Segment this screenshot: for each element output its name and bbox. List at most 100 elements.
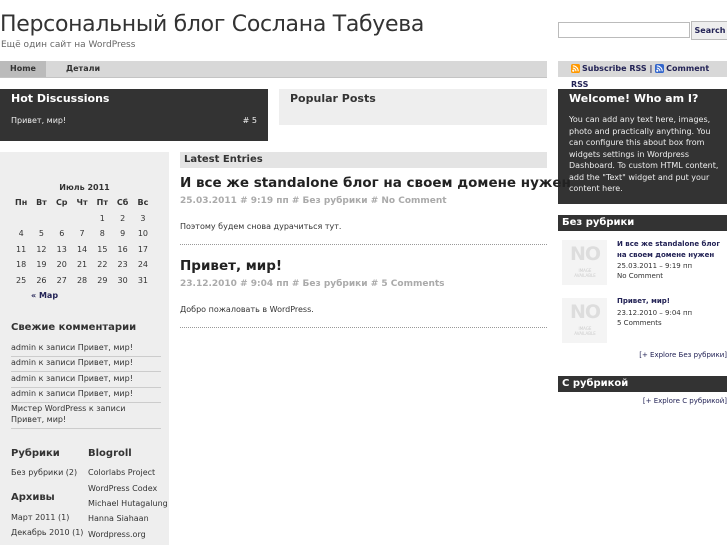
- subscribe-rss-link[interactable]: Subscribe RSS: [582, 64, 647, 73]
- no-image-caption: IMAGE AVAILABLE: [574, 326, 596, 336]
- hot-discussions-title: Hot Discussions: [11, 92, 110, 105]
- post-title[interactable]: И все же standalone блог на своем домене…: [180, 175, 571, 191]
- hot-item-label[interactable]: Привет, мир!: [11, 116, 66, 125]
- calendar-day: 10: [137, 229, 149, 239]
- archive-item[interactable]: Март 2011 (1): [11, 510, 69, 526]
- blogroll-item[interactable]: Michael Hutagalung: [88, 496, 168, 512]
- calendar-day: [72, 211, 92, 227]
- calendar-day: 6: [59, 229, 65, 239]
- site-title[interactable]: Персональный блог Сослана Табуева: [0, 12, 424, 37]
- calendar-day: 21: [76, 260, 88, 270]
- post-divider: [180, 244, 547, 245]
- category-post-date: 23.12.2010 – 9:04 пп: [617, 309, 693, 317]
- welcome-box: Welcome! Who am I? You can add any text …: [558, 89, 727, 204]
- calendar-day: 26: [36, 275, 47, 285]
- explore-category-link[interactable]: [+ Explore С рубрикой]: [643, 397, 727, 405]
- category-post-title[interactable]: Привет, мир!: [617, 296, 727, 307]
- calendar-day: 22: [97, 260, 108, 270]
- calendar-day: 14: [76, 244, 88, 254]
- search-input[interactable]: [558, 22, 690, 38]
- category-post-comments[interactable]: No Comment: [617, 271, 663, 281]
- no-image-text: NO: [570, 243, 601, 265]
- post-title[interactable]: Привет, мир!: [180, 258, 282, 274]
- calendar-day: 15: [97, 244, 108, 254]
- calendar-day: 20: [56, 260, 67, 270]
- weekday: Сб: [116, 198, 129, 208]
- post-meta: 23.12.2010 # 9:04 пп # Без рубрики # 5 C…: [180, 279, 445, 289]
- calendar-day: 28: [76, 275, 88, 285]
- hot-item[interactable]: Привет, мир! # 5: [11, 116, 257, 125]
- calendar-prev-link[interactable]: « Мар: [31, 291, 58, 300]
- calendar-day: [31, 211, 51, 227]
- nav-details[interactable]: Детали: [56, 61, 110, 77]
- welcome-title: Welcome! Who am I?: [569, 92, 699, 105]
- recent-comments-title: Свежие комментарии: [11, 322, 137, 333]
- calendar-day: 7: [79, 229, 85, 239]
- weekday: Вс: [137, 198, 149, 208]
- welcome-text: You can add any text here, images, photo…: [569, 115, 719, 193]
- calendar-day: 4: [18, 229, 24, 239]
- blogroll-item[interactable]: Colorlabs Project: [88, 465, 155, 481]
- archive-item[interactable]: Декабрь 2010 (1): [11, 525, 83, 541]
- blogroll-item[interactable]: WordPress Codex: [88, 481, 157, 497]
- post-excerpt: Добро пожаловать в WordPress.: [180, 305, 314, 314]
- recent-comment-item[interactable]: admin к записи Привет, мир!: [11, 373, 161, 388]
- calendar-day: 12: [36, 244, 47, 254]
- category-header: С рубрикой: [558, 376, 727, 392]
- weekday: Чт: [76, 198, 88, 208]
- category-post-comments[interactable]: 5 Comments: [617, 318, 662, 328]
- main-nav: Home Детали: [0, 61, 547, 78]
- calendar-day: 9: [120, 229, 126, 239]
- calendar-day: 5: [38, 229, 44, 239]
- comment-rss-icon: [655, 64, 665, 73]
- category-post-title[interactable]: И все же standalone блог на своем домене…: [617, 239, 727, 261]
- category-header: Без рубрики: [558, 215, 727, 231]
- calendar-day: 1: [99, 213, 105, 223]
- popular-posts: Popular Posts: [279, 89, 547, 125]
- weekday: Ср: [55, 198, 68, 208]
- recent-comment-item[interactable]: admin к записи Привет, мир!: [11, 357, 161, 372]
- no-image-thumbnail: NO IMAGE AVAILABLE: [562, 298, 607, 343]
- calendar-day: 3: [140, 213, 146, 223]
- category-post-date: 25.03.2011 – 9:19 пп: [617, 262, 693, 270]
- popular-posts-title: Popular Posts: [290, 92, 376, 105]
- blogroll-item[interactable]: Hanna Siahaan: [88, 511, 149, 527]
- archives-title: Архивы: [11, 492, 55, 503]
- calendar-day: 25: [16, 275, 27, 285]
- post-meta: 25.03.2011 # 9:19 пп # Без рубрики # No …: [180, 196, 447, 206]
- calendar-day: 30: [117, 275, 128, 285]
- calendar-day: 8: [99, 229, 105, 239]
- calendar-day: [11, 211, 31, 227]
- calendar-day: 16: [117, 244, 128, 254]
- site-description: Ещё один сайт на WordPress: [1, 40, 136, 50]
- calendar-day: 24: [137, 260, 149, 270]
- rubrics-title: Рубрики: [11, 448, 60, 459]
- blogroll-item[interactable]: Wordpress.org: [88, 527, 146, 543]
- rss-separator: |: [649, 64, 653, 73]
- rss-bar: Subscribe RSS | Comment RSS: [558, 61, 727, 89]
- rubric-item[interactable]: Без рубрики (2): [11, 465, 77, 481]
- nav-home[interactable]: Home: [0, 61, 46, 77]
- no-image-text: NO: [570, 301, 601, 323]
- weekday: Вт: [36, 198, 47, 208]
- calendar-day: [52, 211, 72, 227]
- calendar-day: 18: [16, 260, 27, 270]
- calendar-day: 11: [16, 244, 27, 254]
- recent-comment-item[interactable]: Мистер WordPress к записи Привет, мир!: [11, 403, 161, 429]
- no-image-thumbnail: NO IMAGE AVAILABLE: [562, 240, 607, 285]
- calendar-day: 19: [36, 260, 47, 270]
- search-button[interactable]: Search: [691, 21, 727, 40]
- recent-comment-item[interactable]: admin к записи Привет, мир!: [11, 342, 161, 357]
- blogroll-title: Blogroll: [88, 448, 132, 459]
- calendar-day: 27: [56, 275, 67, 285]
- calendar-day: 17: [137, 244, 149, 254]
- recent-comment-item[interactable]: admin к записи Привет, мир!: [11, 388, 161, 403]
- explore-category-link[interactable]: [+ Explore Без рубрики]: [639, 351, 727, 359]
- rss-icon: [571, 64, 580, 73]
- calendar-day: 13: [56, 244, 67, 254]
- post-divider: [180, 327, 547, 328]
- calendar-day: 31: [137, 275, 149, 285]
- calendar-title: Июль 2011: [59, 183, 110, 192]
- hot-item-count: # 5: [242, 116, 257, 125]
- hot-discussions: Hot Discussions Привет, мир! # 5: [0, 89, 268, 141]
